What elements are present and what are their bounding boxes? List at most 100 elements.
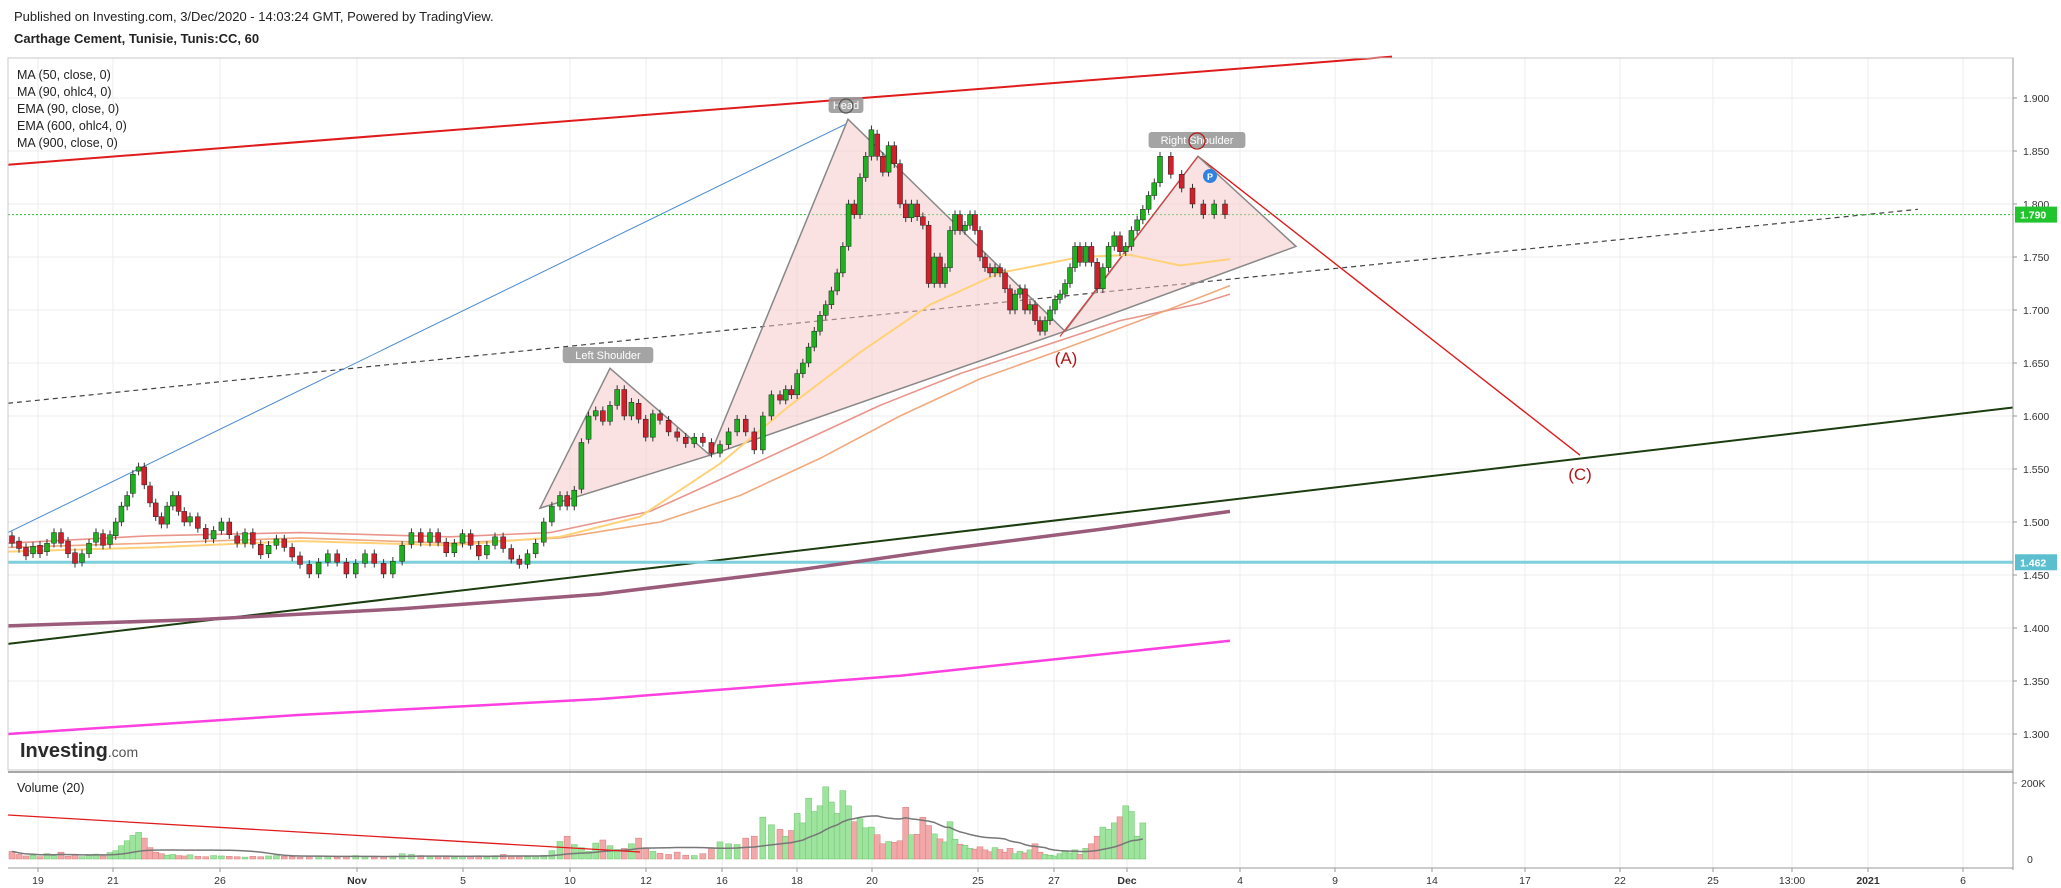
volume-bar [233, 856, 241, 860]
time-tick-label: 9 [1332, 875, 1338, 887]
candle-up [908, 203, 915, 219]
candle-down [874, 133, 880, 157]
candle-down [37, 545, 43, 555]
candle-down [642, 418, 649, 438]
volume-bar [665, 854, 672, 860]
indicator-legend: Investing.com MA (50, close, 0) MA (90, oh… [17, 68, 138, 762]
candle-up [210, 530, 217, 540]
wave-c-label: (C) [1568, 465, 1592, 484]
candle-up [782, 389, 789, 401]
candle-up [691, 436, 698, 444]
time-tick-label: 26 [214, 875, 226, 887]
candle-up [86, 542, 92, 555]
time-tick-label: 25 [972, 875, 984, 887]
candle-up [857, 177, 863, 215]
volume-bar [1111, 822, 1118, 860]
candle-down [141, 466, 148, 486]
candle-down [682, 436, 689, 444]
candle-up [931, 256, 938, 284]
candle-up [1072, 246, 1078, 268]
volume-bar [333, 856, 341, 860]
volume-bar [913, 834, 921, 860]
candle-down [234, 535, 240, 544]
time-tick-label: Nov [347, 875, 367, 887]
price-tick-label: 1.700 [2023, 305, 2049, 317]
candle-up [828, 290, 835, 305]
volume-bar [296, 856, 304, 860]
candle-up [585, 415, 592, 440]
time-tick-label: 12 [640, 875, 652, 887]
candle-up [885, 145, 892, 173]
candle-up [112, 521, 119, 537]
time-tick-label: 16 [716, 875, 728, 887]
candle-down [443, 541, 449, 553]
candle-down [925, 224, 932, 284]
candle-up [1017, 288, 1023, 295]
candle-up [484, 545, 490, 556]
volume-bar [788, 830, 795, 860]
indicator-label: MA (900, close, 0) [17, 136, 118, 150]
volume-bar [592, 842, 599, 860]
candle-up [1151, 182, 1158, 196]
volume-bar [556, 841, 564, 860]
candle-up [218, 521, 225, 531]
logo-main: Investing [20, 740, 108, 762]
price-tick-label: 1.300 [2023, 729, 2049, 741]
volume-bar [106, 852, 114, 860]
candle-up [992, 267, 998, 274]
candle-up [967, 214, 973, 226]
right-shoulder-label: Right Shoulder [1161, 135, 1234, 147]
candle-up [1122, 246, 1129, 252]
volume-bar [218, 855, 225, 860]
volume-bar [163, 854, 171, 860]
volume-bar [36, 856, 44, 860]
candle-up [315, 562, 322, 575]
candle-down [100, 533, 106, 546]
volume-bar [371, 856, 378, 860]
candle-up [399, 545, 405, 562]
volume-bar [782, 835, 789, 860]
price-tick-label: 1.850 [2023, 146, 2049, 158]
volume-bar [158, 853, 165, 860]
candle-up [1047, 309, 1053, 321]
volume-bar [793, 813, 801, 860]
volume-bar [642, 847, 649, 860]
candle-up [845, 203, 852, 247]
time-tick-label: 6 [1960, 875, 1966, 887]
candle-down [635, 403, 642, 420]
volume-bar [845, 805, 852, 860]
price-tick-label: 1.750 [2023, 252, 2049, 264]
volume-bar [1076, 854, 1084, 860]
volume-bar [226, 856, 233, 860]
investing-logo: Investing.com [20, 740, 138, 762]
volume-tick-label: 0 [2027, 854, 2033, 866]
volume-bar [759, 816, 767, 860]
volume-bar [902, 807, 909, 860]
price-chart[interactable]: Left Shoulder Head Right Shoulder (A) (C) P 1… [0, 0, 2061, 888]
indicator-label: MA (50, close, 0) [17, 68, 111, 82]
candle-down [72, 552, 78, 564]
support-price-tag: 1.462 [2020, 557, 2046, 569]
volume-bar [879, 843, 887, 860]
candle-down [751, 431, 758, 451]
candle-up [578, 442, 585, 490]
candle-up [760, 415, 766, 451]
candle-up [1100, 267, 1106, 290]
candle-down [175, 495, 182, 512]
candle-down [1022, 288, 1028, 311]
candle-up [427, 532, 433, 543]
candle-down [343, 562, 350, 575]
candle-down [997, 267, 1003, 274]
candle-up [942, 267, 948, 284]
price-tick-label: 1.400 [2023, 623, 2049, 635]
candle-down [16, 540, 22, 549]
volume-trend-line [7, 814, 641, 853]
volume-bar [1099, 826, 1107, 860]
candle-down [334, 553, 340, 563]
volume-bar [891, 842, 898, 860]
candle-up [592, 410, 599, 417]
candle-down [851, 203, 858, 215]
candle-down [665, 419, 672, 433]
time-tick-label: 27 [1048, 875, 1060, 887]
candle-up [817, 315, 823, 332]
